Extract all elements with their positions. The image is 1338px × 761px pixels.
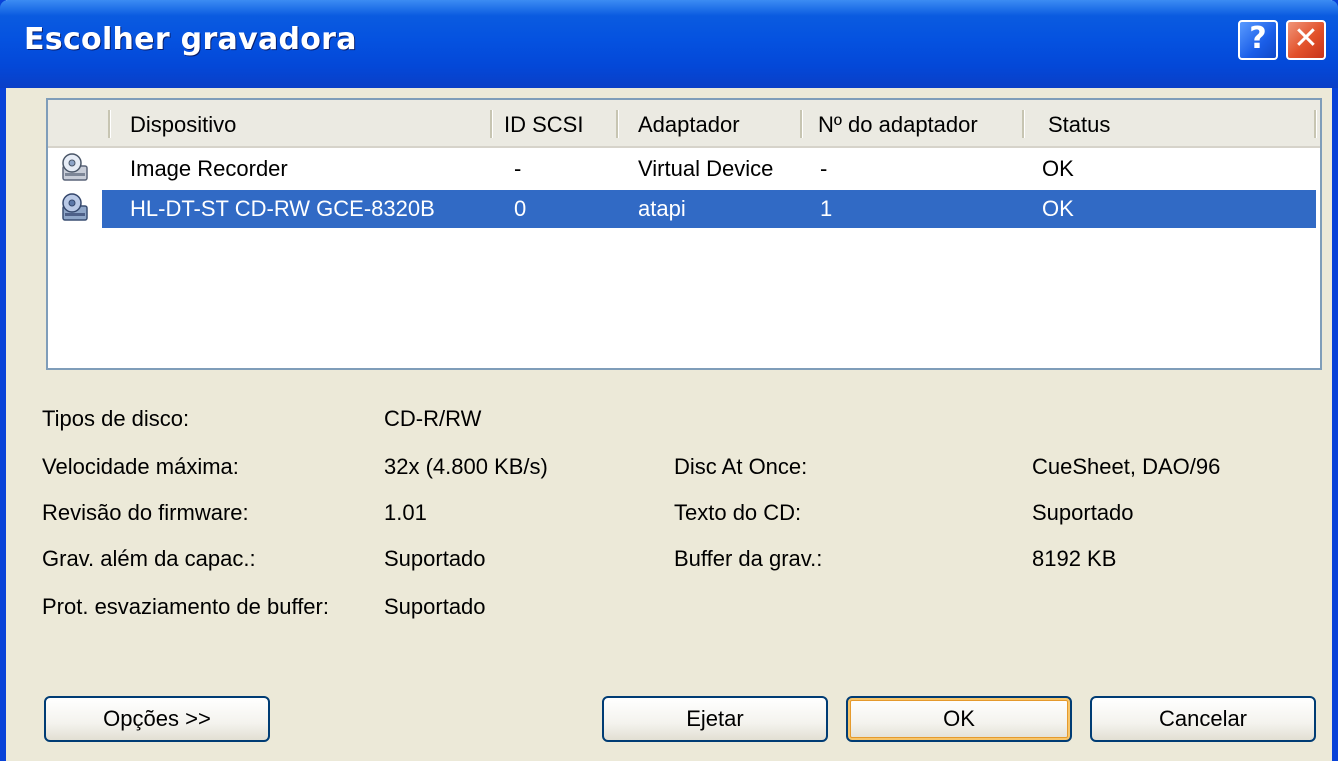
label-disc-at-once: Disc At Once: <box>674 454 808 479</box>
column-separator[interactable] <box>1314 110 1316 138</box>
drive-icon <box>62 153 88 181</box>
close-button[interactable]: ✕ <box>1286 20 1326 60</box>
eject-button[interactable]: Ejetar <box>602 696 828 742</box>
title-bar[interactable]: Escolher gravadora ? ✕ <box>0 0 1338 88</box>
list-header: Dispositivo ID SCSI Adaptador Nº do adap… <box>48 100 1320 148</box>
value-buffer: 8192 KB <box>1032 546 1117 571</box>
drive-icon <box>62 193 88 221</box>
column-separator[interactable] <box>1022 110 1024 138</box>
label-buffer: Buffer da grav.: <box>674 546 823 571</box>
cell-adapter-no: - <box>820 156 828 181</box>
dialog-window: Escolher gravadora ? ✕ Dispositivo ID SC… <box>0 0 1338 761</box>
cell-adapter: Virtual Device <box>638 156 774 181</box>
column-header-device[interactable]: Dispositivo <box>130 100 236 146</box>
cancel-button[interactable]: Cancelar <box>1090 696 1316 742</box>
column-header-status[interactable]: Status <box>1048 100 1110 146</box>
value-buffer-protection: Suportado <box>384 594 486 619</box>
column-separator[interactable] <box>108 110 110 138</box>
value-cd-text: Suportado <box>1032 500 1134 525</box>
column-separator[interactable] <box>616 110 618 138</box>
value-disc-types: CD-R/RW <box>384 406 482 431</box>
help-button[interactable]: ? <box>1238 20 1278 60</box>
window-title: Escolher gravadora <box>24 22 357 57</box>
column-header-scsi-id[interactable]: ID SCSI <box>504 100 583 146</box>
list-row-image-recorder[interactable]: Image Recorder - Virtual Device - OK <box>48 150 1320 188</box>
label-max-speed: Velocidade máxima: <box>42 454 239 479</box>
value-firmware: 1.01 <box>384 500 427 525</box>
cell-scsi-id: 0 <box>514 196 527 221</box>
value-disc-at-once: CueSheet, DAO/96 <box>1032 454 1221 479</box>
recorder-list[interactable]: Dispositivo ID SCSI Adaptador Nº do adap… <box>46 98 1322 370</box>
column-header-adapter-no[interactable]: Nº do adaptador <box>818 100 978 146</box>
label-disc-types: Tipos de disco: <box>42 406 190 431</box>
cell-status: OK <box>1042 196 1074 221</box>
label-cd-text: Texto do CD: <box>674 500 802 525</box>
label-buffer-protection: Prot. esvaziamento de buffer: <box>42 594 329 619</box>
cell-device: Image Recorder <box>130 156 288 181</box>
label-overburn: Grav. além da capac.: <box>42 546 256 571</box>
label-firmware: Revisão do firmware: <box>42 500 249 525</box>
cell-device: HL-DT-ST CD-RW GCE-8320B <box>130 196 435 221</box>
options-button[interactable]: Opções >> <box>44 696 270 742</box>
column-separator[interactable] <box>490 110 492 138</box>
cell-status: OK <box>1042 156 1074 181</box>
cell-adapter: atapi <box>638 196 686 221</box>
column-header-adapter[interactable]: Adaptador <box>638 100 740 146</box>
value-overburn: Suportado <box>384 546 486 571</box>
value-max-speed: 32x (4.800 KB/s) <box>384 454 548 479</box>
column-separator[interactable] <box>800 110 802 138</box>
ok-button[interactable]: OK <box>846 696 1072 742</box>
list-row-cd-rw[interactable]: HL-DT-ST CD-RW GCE-8320B 0 atapi 1 OK <box>48 190 1320 228</box>
cell-scsi-id: - <box>514 156 522 181</box>
cell-adapter-no: 1 <box>820 196 833 221</box>
